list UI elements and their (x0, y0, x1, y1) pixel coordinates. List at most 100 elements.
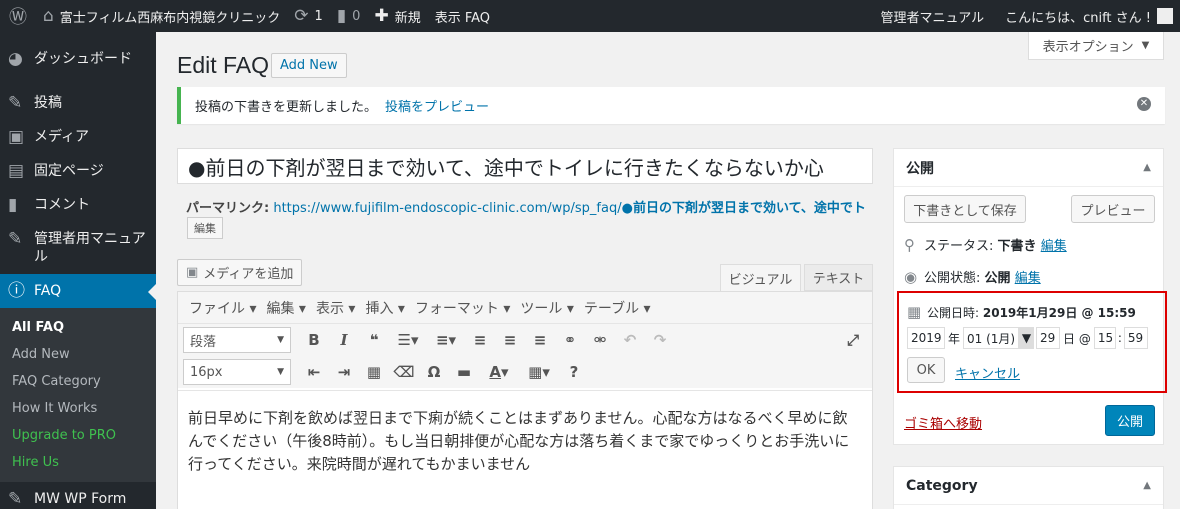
add-media-button[interactable]: ▣ メディアを追加 (177, 259, 303, 286)
link-icon[interactable]: ⚭ (555, 331, 585, 349)
blockquote-icon[interactable]: ❝ (359, 331, 389, 349)
update-notice: 投稿の下書きを更新しました。 投稿をプレビュー ✕ (177, 87, 1165, 124)
sidebar-item-label: コメント (34, 197, 90, 213)
menu-view[interactable]: 表示 ▾ (311, 298, 360, 318)
text-color-icon[interactable]: A▾ (479, 363, 519, 381)
save-draft-button[interactable]: 下書きとして保存 (904, 195, 1026, 223)
avatar (1157, 8, 1173, 24)
publish-button[interactable]: 公開 (1105, 405, 1155, 436)
hour-input[interactable]: 15 (1093, 327, 1116, 349)
publish-header[interactable]: 公開 ▲ (894, 149, 1163, 187)
indent-icon[interactable]: ⇥ (329, 363, 359, 381)
table-icon[interactable]: ▦▾ (519, 363, 559, 381)
align-left-icon[interactable]: ≡ (465, 331, 495, 349)
submenu-all-faq[interactable]: All FAQ (0, 314, 156, 341)
post-title-input[interactable]: ●前日の下剤が翌日まで効いて、途中でトイレに行きたくならないか心 (177, 148, 873, 184)
preview-post-link[interactable]: 投稿をプレビュー (385, 96, 489, 115)
sidebar-item-pages[interactable]: ▤ 固定ページ (0, 154, 156, 188)
menu-format[interactable]: フォーマット ▾ (410, 298, 515, 318)
sidebar-item-label: ダッシュボード (34, 51, 132, 67)
page-icon: ▤ (8, 161, 25, 181)
outdent-icon[interactable]: ⇤ (299, 363, 329, 381)
updates-count: 1 (314, 8, 323, 24)
italic-icon[interactable]: I (329, 331, 359, 349)
ok-button[interactable]: OK (907, 357, 945, 383)
manual-link[interactable]: 管理者マニュアル (873, 0, 998, 32)
sidebar-item-media[interactable]: ▣ メディア (0, 120, 156, 154)
new-content-link[interactable]: ✚ 新規 (367, 0, 427, 32)
unlink-icon[interactable]: ⚮ (585, 331, 615, 349)
time-colon: : (1117, 331, 1122, 345)
help-icon[interactable]: ? (559, 363, 589, 381)
sidebar-item-mw-wp-form[interactable]: ✎ MW WP Form (0, 482, 156, 509)
bold-icon[interactable]: B (299, 331, 329, 349)
numbered-list-icon[interactable]: ≡▾ (427, 331, 465, 349)
submenu-how-it-works[interactable]: How It Works (0, 395, 156, 422)
minute-input[interactable]: 59 (1123, 327, 1148, 349)
tab-visual[interactable]: ビジュアル (720, 264, 801, 292)
format-select[interactable]: 段落 ▼ (183, 327, 291, 353)
edit-status-link[interactable]: 編集 (1041, 235, 1067, 254)
date-label: 公開日時: (927, 305, 980, 320)
dismiss-icon[interactable]: ✕ (1137, 97, 1151, 111)
edit-visibility-link[interactable]: 編集 (1015, 267, 1041, 286)
sidebar-item-label: 投稿 (34, 95, 62, 111)
updates-link[interactable]: ⟳ 1 (287, 0, 330, 32)
pin-icon: ✎ (8, 489, 23, 509)
comments-link[interactable]: ▮ 0 (330, 0, 368, 32)
align-right-icon[interactable]: ≡ (525, 331, 555, 349)
home-icon: ⌂ (43, 6, 54, 26)
paste-text-icon[interactable]: ▦ (359, 363, 389, 381)
day-input[interactable]: 29 (1036, 327, 1061, 349)
fullscreen-icon[interactable]: ⤢ (838, 331, 868, 349)
month-select[interactable]: 01 (1月) (963, 327, 1020, 349)
pin-icon: ✎ (8, 229, 23, 249)
wordpress-logo[interactable]: Ⓦ (0, 0, 36, 32)
collapse-icon[interactable]: ▲ (1143, 162, 1151, 173)
year-input[interactable]: 2019 (907, 327, 945, 349)
sidebar-item-comments[interactable]: ▮ コメント (0, 188, 156, 222)
redo-icon[interactable]: ↷ (645, 331, 675, 349)
edit-slug-button[interactable]: 編集 (187, 217, 223, 239)
comment-icon: ▮ (336, 6, 347, 26)
move-to-trash-link[interactable]: ゴミ箱へ移動 (904, 413, 982, 432)
sidebar-item-faq[interactable]: ⓘ FAQ (0, 274, 156, 308)
permalink-link[interactable]: https://www.fujifilm-endoscopic-clinic.c… (273, 201, 866, 216)
clear-format-icon[interactable]: ⌫ (389, 363, 419, 381)
menu-table[interactable]: テーブル ▾ (579, 298, 656, 318)
undo-icon[interactable]: ↶ (615, 331, 645, 349)
sidebar-item-dashboard[interactable]: ◕ ダッシュボード (0, 42, 156, 76)
submenu-add-new[interactable]: Add New (0, 341, 156, 368)
editor-content[interactable]: 前日早めに下剤を飲めば翌日まで下痢が続くことはまずありません。心配な方はなるべく… (178, 390, 872, 509)
day-suffix: 日 @ (1063, 331, 1091, 346)
cancel-link[interactable]: キャンセル (955, 363, 1020, 382)
sidebar-item-posts[interactable]: ✎ 投稿 (0, 86, 156, 120)
horizontal-line-icon[interactable]: ▬ (449, 363, 479, 381)
align-center-icon[interactable]: ≡ (495, 331, 525, 349)
date-value: 2019年1月29日 @ 15:59 (982, 305, 1136, 320)
preview-button[interactable]: プレビュー (1071, 195, 1155, 223)
view-faq-link[interactable]: 表示 FAQ (428, 0, 497, 32)
special-char-icon[interactable]: Ω (419, 363, 449, 381)
sidebar-item-label: 管理者用マニュアル (34, 231, 146, 265)
submenu-upgrade[interactable]: Upgrade to PRO (0, 422, 156, 449)
collapse-icon[interactable]: ▲ (1143, 480, 1151, 491)
sidebar-item-label: メディア (34, 129, 90, 145)
user-greeting[interactable]: こんにちは、cnift さん ! (998, 0, 1180, 32)
site-name-link[interactable]: ⌂ 富士フィルム西麻布内視鏡クリニック (36, 0, 287, 32)
menu-insert[interactable]: 挿入 ▾ (360, 298, 409, 318)
menu-file[interactable]: ファイル ▾ (184, 298, 261, 318)
category-header[interactable]: Category ▲ (894, 467, 1163, 505)
fontsize-select[interactable]: 16px ▼ (183, 359, 291, 385)
menu-edit[interactable]: 編集 ▾ (261, 298, 310, 318)
sidebar-item-manual[interactable]: ✎ 管理者用マニュアル (0, 222, 156, 274)
add-new-button[interactable]: Add New (271, 53, 347, 78)
month-dropdown-icon[interactable]: ▼ (1019, 327, 1035, 349)
category-title: Category (906, 477, 978, 494)
submenu-faq-category[interactable]: FAQ Category (0, 368, 156, 395)
menu-tools[interactable]: ツール ▾ (515, 298, 578, 318)
screen-options-button[interactable]: 表示オプション ▼ (1028, 32, 1164, 60)
bullet-list-icon[interactable]: ☰▾ (389, 331, 427, 349)
tab-text[interactable]: テキスト (804, 264, 873, 291)
submenu-hire-us[interactable]: Hire Us (0, 449, 156, 476)
